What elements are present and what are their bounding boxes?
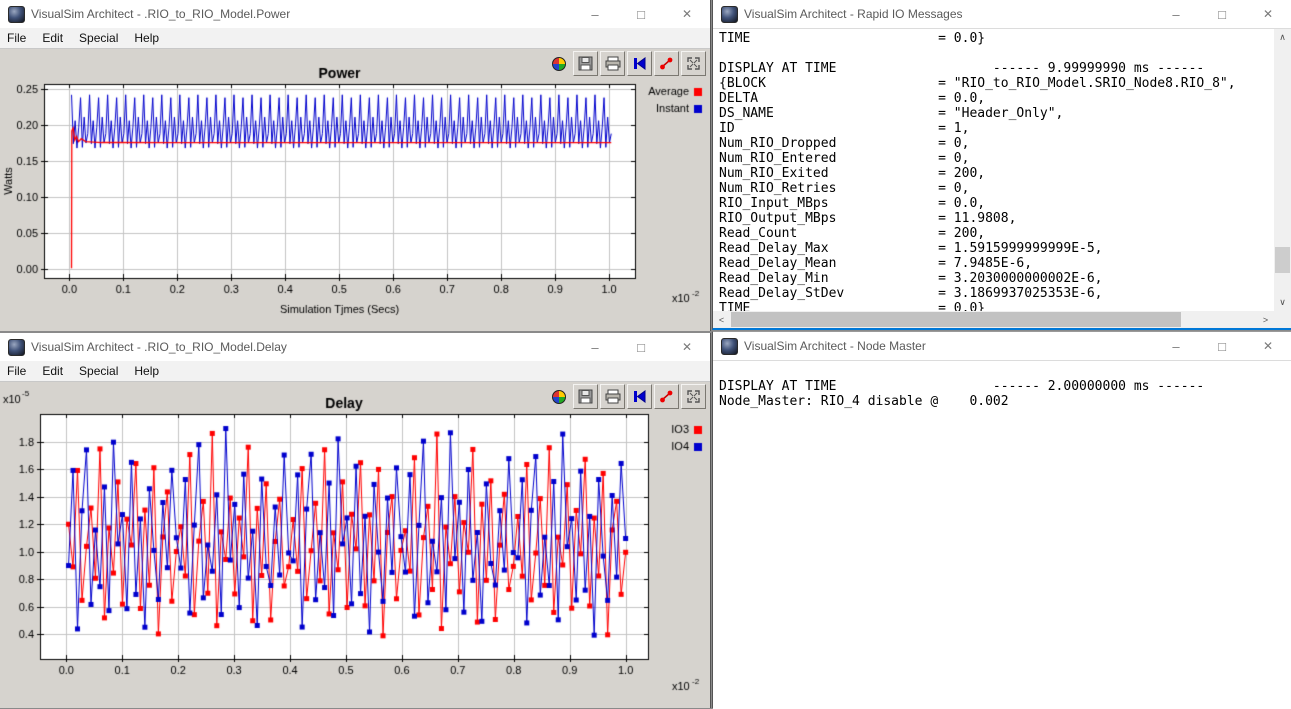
scrollbar-corner xyxy=(1274,311,1291,328)
menu-file[interactable]: File xyxy=(0,31,34,45)
print-icon[interactable] xyxy=(600,384,625,409)
maximize-button[interactable]: □ xyxy=(1199,0,1245,28)
palette-icon[interactable] xyxy=(546,51,571,76)
menu-special[interactable]: Special xyxy=(71,31,126,45)
zoom-region-icon[interactable] xyxy=(654,384,679,409)
scroll-right-icon[interactable]: > xyxy=(1257,311,1274,328)
vertical-scrollbar[interactable]: ∧ ∨ xyxy=(1274,29,1291,311)
visualsim-app-icon xyxy=(721,6,738,23)
close-button[interactable]: ✕ xyxy=(1245,0,1291,28)
window-rapid-io-messages: VisualSim Architect - Rapid IO Messages … xyxy=(712,0,1291,330)
maximize-button[interactable]: □ xyxy=(1199,332,1245,360)
titlebar[interactable]: VisualSim Architect - Rapid IO Messages … xyxy=(713,0,1291,29)
horizontal-scrollbar[interactable]: < > xyxy=(713,311,1274,328)
power-plot-area xyxy=(0,49,710,331)
delay-chart-canvas[interactable] xyxy=(0,382,710,708)
window-title: VisualSim Architect - .RIO_to_RIO_Model.… xyxy=(31,7,290,21)
visualsim-app-icon xyxy=(721,338,738,355)
menu-help[interactable]: Help xyxy=(126,364,167,378)
delay-plot-area xyxy=(0,382,710,708)
zoom-region-icon[interactable] xyxy=(654,51,679,76)
power-chart-canvas[interactable] xyxy=(0,49,710,331)
console-text: TIME = 0.0} DISPLAY AT TIME ------ 9.999… xyxy=(713,29,1291,316)
menu-edit[interactable]: Edit xyxy=(34,31,71,45)
titlebar[interactable]: VisualSim Architect - .RIO_to_RIO_Model.… xyxy=(0,0,710,28)
window-title: VisualSim Architect - Node Master xyxy=(744,339,926,353)
menu-help[interactable]: Help xyxy=(126,31,167,45)
menubar: File Edit Special Help xyxy=(0,28,710,49)
scroll-left-icon[interactable]: < xyxy=(713,311,730,328)
zoom-fit-icon[interactable] xyxy=(627,51,652,76)
menu-special[interactable]: Special xyxy=(71,364,126,378)
close-button[interactable]: ✕ xyxy=(664,0,710,28)
maximize-view-icon[interactable] xyxy=(681,51,706,76)
close-button[interactable]: ✕ xyxy=(1245,332,1291,360)
zoom-fit-icon[interactable] xyxy=(627,384,652,409)
plot-toolbar xyxy=(546,384,706,409)
menubar: File Edit Special Help xyxy=(0,361,710,382)
window-power: VisualSim Architect - .RIO_to_RIO_Model.… xyxy=(0,0,711,331)
maximize-button[interactable]: □ xyxy=(618,333,664,361)
node-master-console: DISPLAY AT TIME ------ 2.00000000 ms ---… xyxy=(713,361,1291,709)
maximize-view-icon[interactable] xyxy=(681,384,706,409)
plot-toolbar xyxy=(546,51,706,76)
scroll-down-icon[interactable]: ∨ xyxy=(1274,294,1291,311)
save-icon[interactable] xyxy=(573,384,598,409)
print-icon[interactable] xyxy=(600,51,625,76)
rapid-io-console: TIME = 0.0} DISPLAY AT TIME ------ 9.999… xyxy=(713,29,1291,328)
scroll-thumb[interactable] xyxy=(1275,247,1290,273)
close-button[interactable]: ✕ xyxy=(664,333,710,361)
window-title: VisualSim Architect - Rapid IO Messages xyxy=(744,7,963,21)
minimize-button[interactable]: – xyxy=(572,333,618,361)
visualsim-app-icon xyxy=(8,6,25,23)
window-title: VisualSim Architect - .RIO_to_RIO_Model.… xyxy=(31,340,287,354)
visualsim-app-icon xyxy=(8,339,25,356)
window-node-master: VisualSim Architect - Node Master – □ ✕ … xyxy=(712,331,1291,708)
minimize-button[interactable]: – xyxy=(1153,0,1199,28)
titlebar[interactable]: VisualSim Architect - .RIO_to_RIO_Model.… xyxy=(0,333,710,361)
minimize-button[interactable]: – xyxy=(572,0,618,28)
menu-edit[interactable]: Edit xyxy=(34,364,71,378)
save-icon[interactable] xyxy=(573,51,598,76)
console-text: DISPLAY AT TIME ------ 2.00000000 ms ---… xyxy=(713,361,1291,409)
menu-file[interactable]: File xyxy=(0,364,34,378)
titlebar[interactable]: VisualSim Architect - Node Master – □ ✕ xyxy=(713,332,1291,361)
scroll-up-icon[interactable]: ∧ xyxy=(1274,29,1291,46)
minimize-button[interactable]: – xyxy=(1153,332,1199,360)
window-delay: VisualSim Architect - .RIO_to_RIO_Model.… xyxy=(0,333,711,708)
palette-icon[interactable] xyxy=(546,384,571,409)
maximize-button[interactable]: □ xyxy=(618,0,664,28)
scroll-thumb[interactable] xyxy=(731,312,1181,327)
